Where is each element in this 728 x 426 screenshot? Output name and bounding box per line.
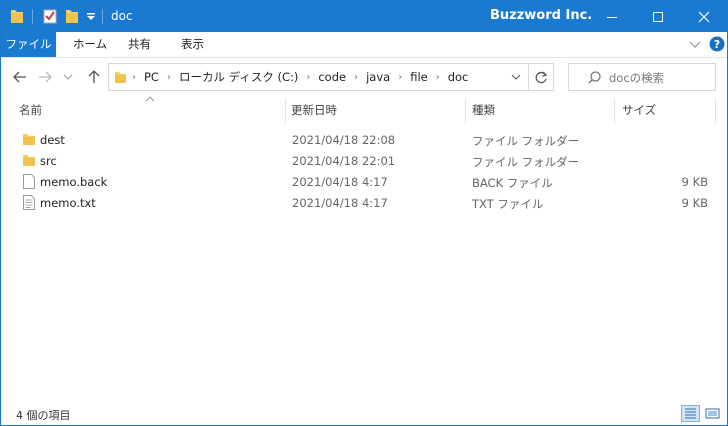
- close-button[interactable]: [681, 1, 727, 32]
- close-icon: [698, 11, 710, 22]
- new-folder-icon[interactable]: [65, 8, 79, 24]
- folder-icon: [23, 155, 35, 166]
- details-view-icon: [685, 408, 696, 419]
- file-type: ファイル フォルダー: [472, 134, 580, 148]
- column-header-type[interactable]: 種類: [472, 98, 612, 123]
- chevron-down-icon: [511, 74, 521, 80]
- maximize-button[interactable]: [635, 1, 681, 32]
- svg-text:?: ?: [714, 38, 720, 51]
- breadcrumb-separator-icon: ›: [398, 71, 403, 83]
- file-date: 2021/04/18 4:17: [292, 196, 388, 210]
- file-size: 9 KB: [681, 196, 708, 210]
- folder-icon: [115, 72, 126, 83]
- chevron-down-icon: [63, 74, 73, 80]
- breadcrumb-file[interactable]: file: [410, 70, 428, 84]
- minimize-icon: [607, 16, 617, 18]
- column-header-date[interactable]: 更新日時: [291, 98, 461, 123]
- item-count: 4 個の項目: [16, 409, 71, 422]
- breadcrumb-separator-icon: ›: [354, 71, 359, 83]
- back-button[interactable]: [9, 65, 31, 89]
- properties-icon[interactable]: [43, 8, 57, 24]
- column-header-name[interactable]: 名前: [19, 98, 284, 123]
- forward-button[interactable]: [34, 65, 56, 89]
- file-date: 2021/04/18 4:17: [292, 175, 388, 189]
- file-name: memo.txt: [40, 196, 96, 210]
- column-divider[interactable]: [465, 98, 466, 124]
- details-view-button[interactable]: [681, 405, 700, 422]
- breadcrumb-separator-icon: ›: [132, 71, 136, 83]
- file-type: ファイル フォルダー: [472, 155, 580, 169]
- minimize-button[interactable]: [589, 1, 635, 32]
- breadcrumb-doc[interactable]: doc: [448, 70, 469, 84]
- divider: [102, 9, 103, 24]
- breadcrumb-separator-icon: ›: [306, 71, 311, 83]
- column-divider[interactable]: [715, 98, 716, 124]
- breadcrumb-pc[interactable]: PC: [144, 70, 159, 84]
- quick-access-dropdown-icon[interactable]: [86, 8, 96, 24]
- file-row[interactable]: src 2021/04/18 22:01 ファイル フォルダー: [16, 151, 716, 172]
- file-row[interactable]: dest 2021/04/18 22:08 ファイル フォルダー: [16, 130, 716, 151]
- column-divider[interactable]: [285, 98, 286, 124]
- up-arrow-icon: [88, 70, 100, 83]
- expand-ribbon-chevron-icon[interactable]: [689, 40, 701, 50]
- file-type: BACK ファイル: [472, 176, 553, 190]
- file-type: TXT ファイル: [472, 197, 544, 211]
- file-icon: [23, 174, 35, 189]
- tab-file[interactable]: ファイル: [1, 32, 56, 57]
- search-placeholder: docの検索: [609, 71, 665, 85]
- file-name: memo.back: [40, 175, 108, 189]
- file-size: 9 KB: [681, 175, 708, 189]
- address-bar[interactable]: › PC › ローカル ディスク (C:) › code › java › fi…: [108, 63, 554, 91]
- breadcrumb-separator-icon: ›: [435, 71, 440, 83]
- breadcrumb-java[interactable]: java: [366, 70, 390, 84]
- title-bar: doc Buzzword Inc.: [1, 1, 727, 32]
- file-row[interactable]: memo.back 2021/04/18 4:17 BACK ファイル 9 KB: [16, 172, 716, 193]
- breadcrumb-local-disk[interactable]: ローカル ディスク (C:): [179, 69, 298, 85]
- search-input[interactable]: docの検索: [568, 63, 716, 91]
- file-date: 2021/04/18 22:08: [292, 133, 396, 147]
- breadcrumb-separator-icon: ›: [166, 71, 171, 83]
- file-name: src: [40, 154, 57, 168]
- large-icons-view-icon: [705, 408, 720, 419]
- search-icon: [588, 71, 601, 84]
- tab-view[interactable]: 表示: [181, 32, 204, 57]
- recent-locations-button[interactable]: [61, 65, 75, 89]
- up-button[interactable]: [83, 65, 105, 89]
- file-date: 2021/04/18 22:01: [292, 154, 396, 168]
- tab-home[interactable]: ホーム: [73, 32, 107, 57]
- file-name: dest: [40, 133, 65, 147]
- breadcrumb-code[interactable]: code: [318, 70, 346, 84]
- large-icons-view-button[interactable]: [703, 405, 722, 422]
- tab-share[interactable]: 共有: [128, 32, 151, 57]
- column-header-size[interactable]: サイズ: [622, 98, 712, 123]
- brand-label: Buzzword Inc.: [490, 8, 593, 23]
- folder-icon: [23, 134, 35, 145]
- refresh-button[interactable]: [529, 64, 553, 90]
- file-row[interactable]: memo.txt 2021/04/18 4:17 TXT ファイル 9 KB: [16, 193, 716, 214]
- forward-arrow-icon: [39, 71, 52, 83]
- explorer-window: doc Buzzword Inc. ファイル ホーム 共有 表示 ? › PC …: [0, 0, 728, 426]
- maximize-icon: [653, 11, 663, 22]
- window-title: doc: [111, 9, 133, 23]
- ribbon: ファイル ホーム 共有 表示 ?: [1, 32, 727, 58]
- divider: [32, 9, 33, 24]
- refresh-icon: [535, 71, 547, 83]
- address-history-button[interactable]: [505, 64, 527, 90]
- help-icon[interactable]: ?: [709, 36, 725, 52]
- folder-icon: [11, 10, 23, 23]
- column-divider[interactable]: [614, 98, 615, 124]
- text-file-icon: [23, 195, 35, 210]
- back-arrow-icon: [13, 71, 26, 83]
